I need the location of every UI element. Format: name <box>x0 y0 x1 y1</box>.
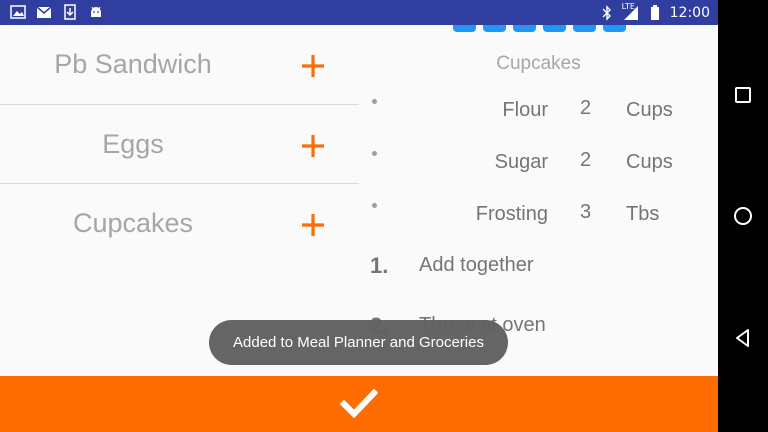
toast-message: Added to Meal Planner and Groceries <box>209 320 508 365</box>
circle-icon[interactable] <box>733 206 753 226</box>
notification-icons <box>10 4 104 20</box>
ingredient-qty: 3 <box>580 201 592 223</box>
list-item[interactable]: Cupcakes <box>0 184 359 263</box>
step-number: 1. <box>370 253 389 278</box>
meal-name: Pb Sandwich <box>54 49 212 79</box>
add-icon[interactable] <box>298 210 328 240</box>
list-item[interactable]: Eggs <box>0 105 359 184</box>
check-icon[interactable] <box>340 386 378 422</box>
navigation-bar <box>718 0 768 432</box>
square-icon[interactable] <box>733 85 753 105</box>
list-item[interactable]: Pb Sandwich <box>0 25 359 104</box>
confirm-bar[interactable] <box>0 376 718 432</box>
bullet-icon <box>372 203 377 208</box>
ingredient-name: Sugar <box>494 151 548 173</box>
bullet-icon <box>372 151 377 156</box>
ingredient-name: Flour <box>502 99 548 121</box>
image-icon <box>10 5 26 19</box>
network-type-label: LTE <box>621 1 635 11</box>
bullet-icon <box>372 99 377 104</box>
mail-icon <box>36 6 52 18</box>
signal-icon: LTE <box>621 1 640 21</box>
ingredient-unit: Tbs <box>626 203 660 225</box>
step-text: Add together <box>419 254 534 276</box>
android-icon <box>91 6 101 17</box>
ingredient-name: Frosting <box>475 203 548 225</box>
status-bar: LTE 12:00 <box>0 0 718 25</box>
meal-name: Eggs <box>102 129 164 159</box>
clock: 12:00 <box>669 4 710 21</box>
page-indicator <box>453 25 626 32</box>
meal-name: Cupcakes <box>72 208 194 238</box>
ingredient-qty: 2 <box>580 97 592 119</box>
bluetooth-icon <box>602 4 611 21</box>
system-icons: LTE 12:00 <box>602 0 710 25</box>
back-triangle-icon[interactable] <box>733 328 753 348</box>
ingredient-qty: 2 <box>580 149 592 171</box>
ingredient-unit: Cups <box>626 99 673 121</box>
recipe-title: Cupcakes <box>496 53 581 74</box>
add-icon[interactable] <box>298 131 328 161</box>
battery-icon <box>650 4 659 20</box>
download-icon <box>64 4 76 20</box>
ingredient-unit: Cups <box>626 151 673 173</box>
add-icon[interactable] <box>298 51 328 81</box>
